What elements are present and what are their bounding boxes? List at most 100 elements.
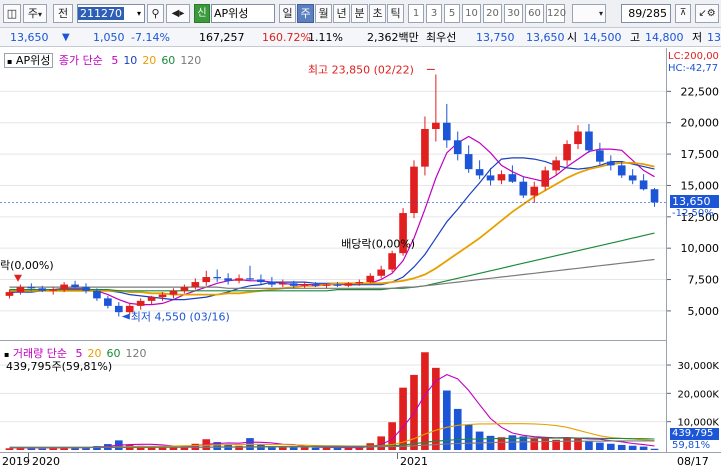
volume-bar[interactable]	[300, 447, 309, 450]
volume-bar[interactable]	[541, 438, 550, 450]
volume-bar[interactable]	[432, 367, 440, 450]
candle[interactable]	[639, 174, 648, 191]
interval-button-30[interactable]: 30	[504, 4, 523, 23]
candle[interactable]	[606, 155, 615, 171]
interval-button-1[interactable]: 1	[408, 4, 424, 23]
market-select[interactable]: 주▾	[23, 4, 47, 23]
interval-button-60[interactable]: 60	[525, 4, 544, 23]
candle[interactable]	[585, 123, 593, 153]
volume-bar[interactable]	[289, 447, 298, 450]
ma-legend-20[interactable]: 20	[142, 54, 156, 67]
candle[interactable]	[104, 295, 112, 309]
candle[interactable]	[213, 269, 222, 283]
period-button-2[interactable]: 월	[315, 4, 332, 23]
volume-bar[interactable]	[650, 448, 659, 450]
chevron-down-icon[interactable]: ▾	[137, 5, 141, 22]
ma-legend-60[interactable]: 60	[161, 54, 175, 67]
interval-custom-field[interactable]: ▾	[572, 4, 606, 23]
candle[interactable]	[377, 265, 386, 279]
prev-code-button[interactable]: 전	[53, 4, 73, 23]
search-icon[interactable]: ⚲	[147, 4, 164, 23]
candle[interactable]	[541, 166, 550, 191]
period-button-3[interactable]: 년	[333, 4, 350, 23]
interval-button-3[interactable]: 3	[426, 4, 442, 23]
candle[interactable]	[574, 125, 582, 150]
candle[interactable]	[650, 187, 659, 207]
volume-bar[interactable]	[574, 438, 582, 450]
low-label: 저	[692, 31, 703, 44]
volume-bar[interactable]	[311, 447, 320, 450]
volume-bar[interactable]	[49, 448, 58, 450]
period-button-5[interactable]: 초	[369, 4, 386, 23]
candle[interactable]	[235, 274, 243, 284]
candle[interactable]	[300, 282, 309, 289]
volume-bar[interactable]	[606, 443, 615, 450]
price-chart-panel[interactable]: 최고 23,850 (02/22) 최저 4,550 (03/16) 배당락(0,0…	[0, 48, 666, 341]
ma-legend-5[interactable]: 5	[111, 54, 118, 67]
ma-legend-10[interactable]: 10	[123, 54, 137, 67]
volume-bar[interactable]	[617, 444, 626, 450]
period-button-6[interactable]: 틱	[387, 4, 404, 23]
volume-bar[interactable]	[5, 448, 14, 450]
volume-bar[interactable]	[639, 446, 648, 450]
candle[interactable]	[563, 140, 571, 166]
candle[interactable]	[628, 169, 637, 185]
candle[interactable]	[114, 302, 123, 317]
interval-button-20[interactable]: 20	[483, 4, 502, 23]
candle[interactable]	[16, 284, 25, 295]
interval-button-120[interactable]: 120	[546, 4, 566, 23]
candle[interactable]	[486, 167, 495, 186]
volume-bar[interactable]	[585, 440, 593, 450]
volume-bar[interactable]	[596, 442, 604, 450]
volume-bar[interactable]	[38, 448, 47, 450]
ma-legend-120[interactable]: 120	[180, 54, 201, 67]
candle[interactable]	[508, 165, 517, 183]
candle[interactable]	[224, 273, 232, 285]
volume-bar[interactable]	[530, 438, 539, 450]
candle[interactable]	[147, 295, 156, 305]
window-menu-icon[interactable]: ◫	[3, 4, 21, 23]
candle[interactable]	[257, 274, 265, 285]
candle[interactable]	[421, 116, 429, 176]
candle[interactable]	[82, 283, 90, 294]
volume-bar[interactable]	[475, 431, 484, 450]
volume-bar[interactable]	[628, 445, 637, 450]
interval-button-10[interactable]: 10	[462, 4, 481, 23]
volume-bar[interactable]	[333, 448, 342, 450]
price-chart[interactable]: 최고 23,850 (02/22) 최저 4,550 (03/16) 배당락(0,0…	[0, 48, 666, 341]
stock-code-input[interactable]: 211270 ▾	[77, 4, 145, 23]
chart-title-box[interactable]: ▪ AP위성	[4, 53, 54, 68]
candle[interactable]	[246, 265, 254, 281]
volume-bar[interactable]	[563, 437, 571, 450]
candle[interactable]	[268, 277, 276, 288]
volume-bar[interactable]	[399, 387, 407, 450]
volume-ma-legend-120[interactable]: 120	[126, 347, 147, 360]
candle[interactable]	[366, 273, 375, 284]
indicator-icon[interactable]: ↙⚙	[695, 4, 719, 23]
candle[interactable]	[442, 103, 451, 148]
candle[interactable]	[596, 142, 604, 166]
interval-button-5[interactable]: 5	[444, 4, 460, 23]
candle[interactable]	[519, 176, 528, 198]
candle[interactable]	[530, 181, 539, 204]
candle[interactable]	[180, 284, 189, 294]
candle[interactable]	[49, 287, 58, 295]
candle[interactable]	[169, 288, 178, 299]
volume-bar[interactable]	[497, 437, 506, 450]
pin-icon[interactable]: ⊼	[675, 4, 691, 23]
candle[interactable]	[497, 170, 506, 185]
page-counter[interactable]: 89/285	[621, 4, 671, 23]
candle[interactable]	[410, 160, 418, 219]
candle[interactable]	[464, 145, 473, 173]
candle[interactable]	[136, 298, 145, 310]
period-button-0[interactable]: 일	[279, 4, 296, 23]
stock-name-field[interactable]: AP위성	[211, 4, 275, 23]
candle[interactable]	[432, 74, 440, 142]
volume-bar[interactable]	[464, 424, 473, 451]
candle[interactable]	[475, 160, 484, 180]
period-button-4[interactable]: 분	[351, 4, 368, 23]
speaker-icon[interactable]: ◀▸	[166, 4, 190, 23]
period-button-1[interactable]: 주	[297, 4, 314, 23]
candle[interactable]	[453, 131, 462, 161]
candle[interactable]	[202, 270, 211, 286]
